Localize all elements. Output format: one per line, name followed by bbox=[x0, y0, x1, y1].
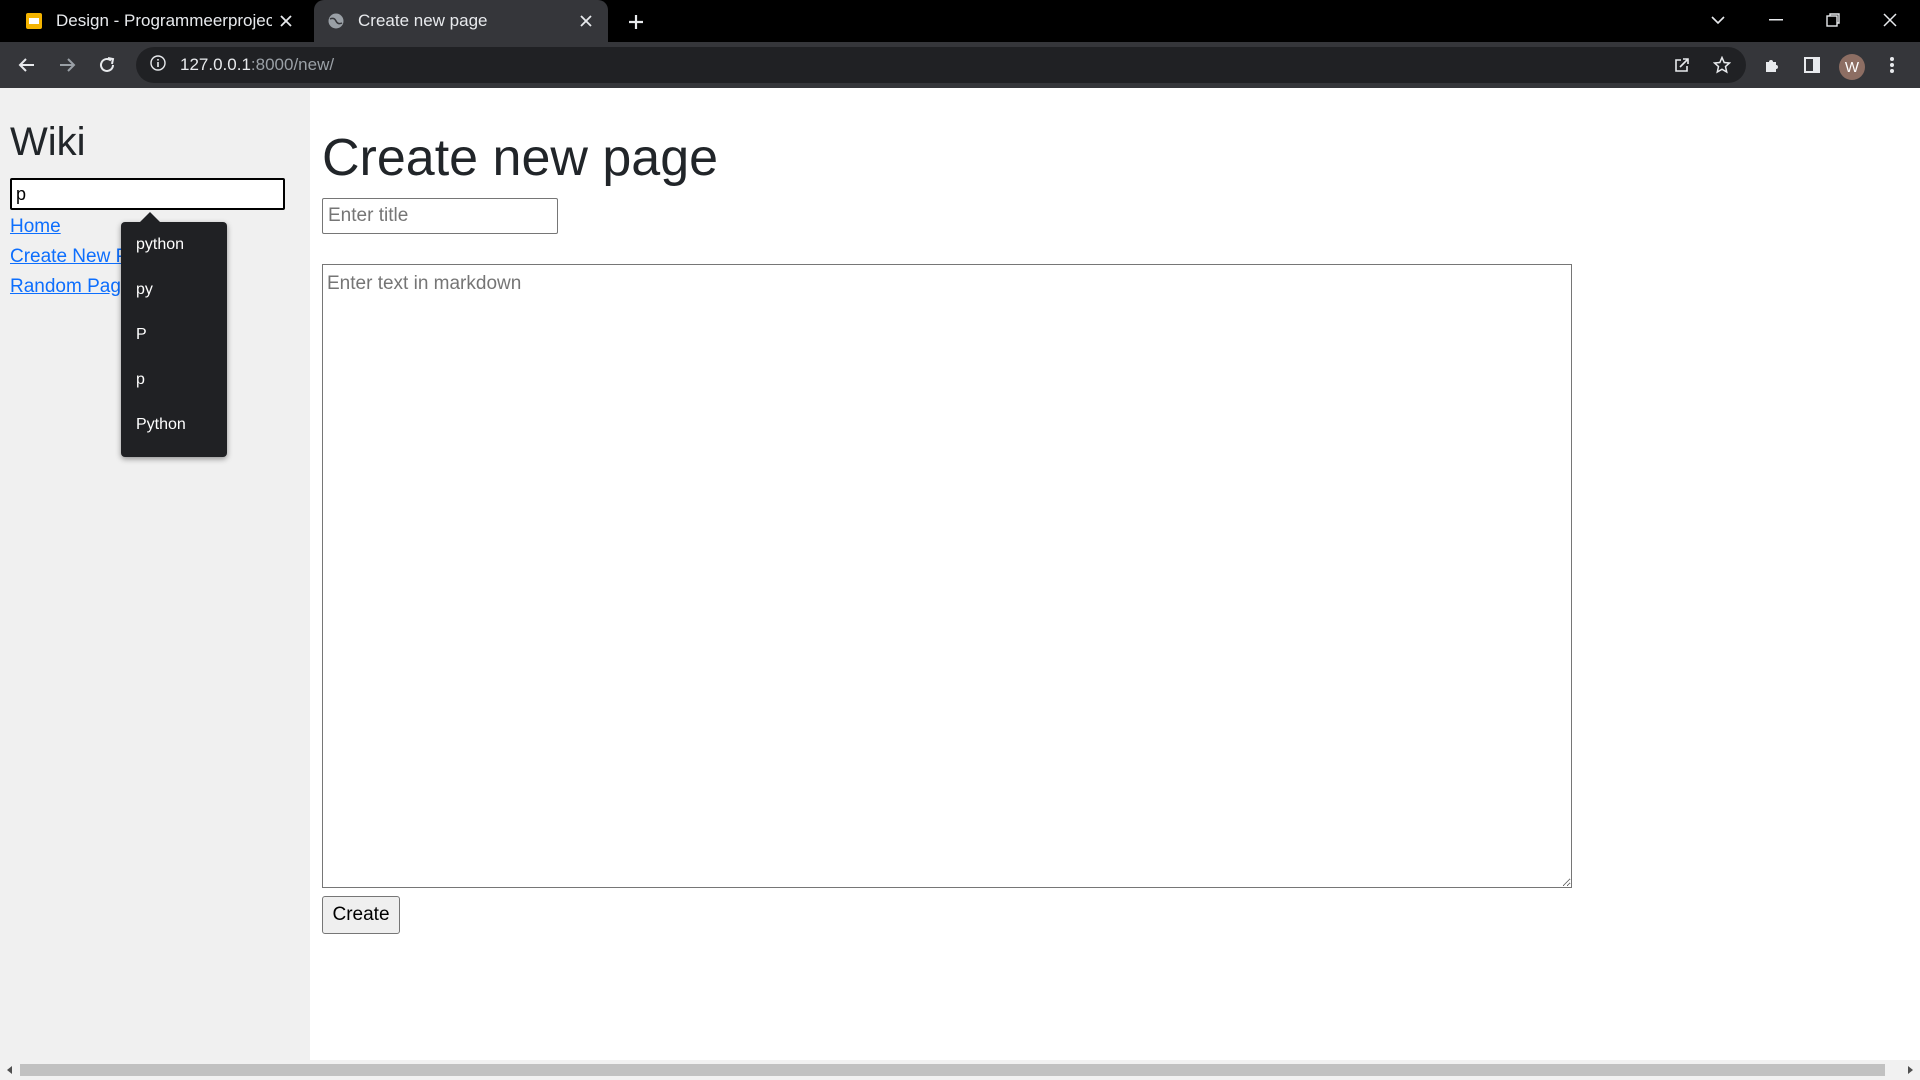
forward-icon[interactable] bbox=[51, 49, 83, 81]
autocomplete-option[interactable]: p bbox=[136, 371, 145, 389]
tab-search-icon[interactable] bbox=[1690, 0, 1746, 40]
autocomplete-option[interactable]: P bbox=[136, 326, 147, 344]
search-autocomplete-dropdown: python py P p Python bbox=[121, 212, 227, 457]
autocomplete-option[interactable]: python bbox=[136, 236, 184, 254]
minimize-icon[interactable] bbox=[1748, 0, 1804, 40]
scrollbar-thumb[interactable] bbox=[20, 1064, 1885, 1076]
extensions-icon[interactable] bbox=[1756, 49, 1788, 81]
close-tab-icon[interactable] bbox=[572, 7, 600, 35]
url-host: 127.0.0.1 bbox=[180, 55, 251, 74]
search-input[interactable] bbox=[10, 178, 285, 210]
browser-toolbar: 127.0.0.1:8000/new/ W bbox=[0, 42, 1920, 88]
close-tab-icon[interactable] bbox=[272, 7, 300, 35]
nav-link-home[interactable]: Home bbox=[10, 216, 61, 238]
nav-link-random-page[interactable]: Random Page bbox=[10, 276, 131, 298]
site-info-icon[interactable] bbox=[150, 54, 166, 76]
bookmark-star-icon[interactable] bbox=[1706, 49, 1738, 81]
tab-title: Design - Programmeerproject bbox=[56, 11, 272, 30]
menu-icon[interactable] bbox=[1876, 49, 1908, 81]
url-text: 127.0.0.1:8000/new/ bbox=[180, 55, 334, 75]
profile-avatar[interactable]: W bbox=[1839, 54, 1865, 80]
scroll-left-icon[interactable] bbox=[0, 1060, 20, 1080]
globe-icon bbox=[326, 11, 346, 31]
close-window-icon[interactable] bbox=[1862, 0, 1918, 40]
tab-create-new-page[interactable]: Create new page bbox=[314, 0, 608, 42]
browser-tab-strip: Design - Programmeerproject Create new p… bbox=[0, 0, 1920, 42]
google-slides-icon bbox=[24, 11, 44, 31]
site-title: Wiki bbox=[10, 120, 86, 164]
back-icon[interactable] bbox=[11, 49, 43, 81]
restore-icon[interactable] bbox=[1805, 0, 1861, 40]
side-panel-icon[interactable] bbox=[1796, 49, 1828, 81]
page-title: Create new page bbox=[322, 129, 719, 187]
horizontal-scrollbar[interactable] bbox=[0, 1060, 1920, 1080]
autocomplete-option[interactable]: Python bbox=[136, 416, 186, 434]
url-path: :8000/new/ bbox=[250, 55, 335, 74]
markdown-textarea[interactable] bbox=[322, 264, 1572, 888]
main-content: Create new page Create bbox=[310, 88, 1920, 1060]
new-tab-icon[interactable] bbox=[620, 8, 652, 36]
tab-title: Create new page bbox=[358, 11, 488, 30]
address-bar[interactable]: 127.0.0.1:8000/new/ bbox=[136, 47, 1746, 83]
autocomplete-option[interactable]: py bbox=[136, 281, 153, 299]
create-button[interactable]: Create bbox=[322, 896, 400, 934]
reload-icon[interactable] bbox=[91, 49, 123, 81]
share-icon[interactable] bbox=[1666, 49, 1698, 81]
scroll-right-icon[interactable] bbox=[1900, 1060, 1920, 1080]
tab-design-programmeerproject[interactable]: Design - Programmeerproject bbox=[8, 0, 308, 42]
title-input[interactable] bbox=[322, 198, 558, 234]
